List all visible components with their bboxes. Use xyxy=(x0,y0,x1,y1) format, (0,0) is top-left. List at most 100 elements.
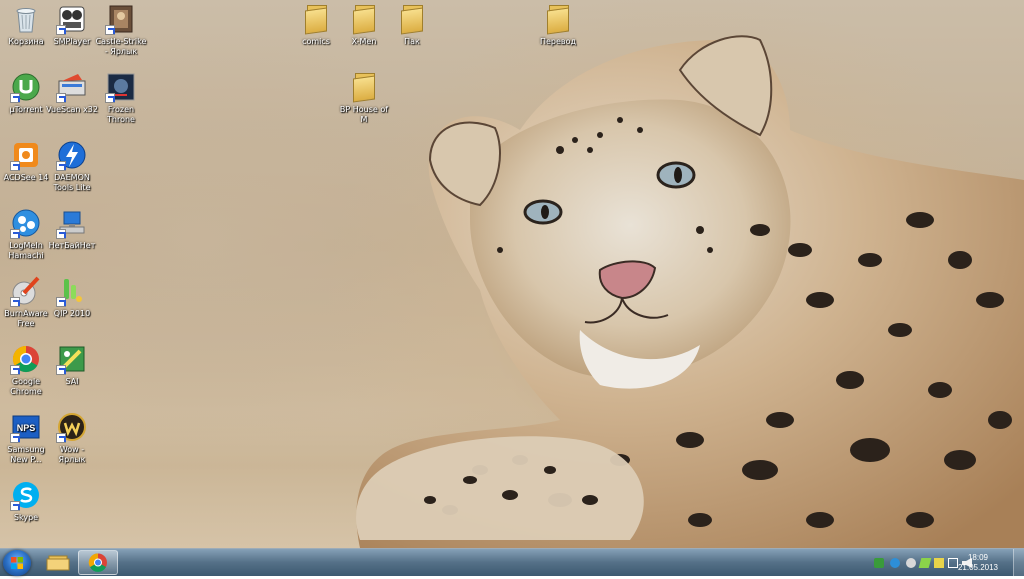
desktop-shortcut-label: µTorrent xyxy=(9,105,43,114)
hamachi-icon xyxy=(10,207,42,239)
sai-icon xyxy=(56,343,88,375)
desktop-shortcut-label: Google Chrome xyxy=(10,377,42,396)
burnaware-icon xyxy=(10,275,42,307)
recycle-bin-icon xyxy=(10,3,42,35)
wow-icon xyxy=(56,411,88,443)
desktop-shortcut-label: Frozen Throne xyxy=(107,105,135,124)
desktop-folder[interactable]: Пак xyxy=(386,3,438,47)
shortcut-arrow-icon xyxy=(56,297,66,307)
shortcut-arrow-icon xyxy=(10,161,20,171)
desktop-shortcut-samsung-nps[interactable]: NPS Samsung New P... xyxy=(0,411,52,464)
folder-icon xyxy=(542,3,574,35)
shortcut-arrow-icon xyxy=(10,433,20,443)
desktop-folder[interactable]: Перевод xyxy=(532,3,584,47)
utorrent-icon xyxy=(10,71,42,103)
wallpaper-snow-leopard xyxy=(356,35,1024,548)
acdsee-icon xyxy=(10,139,42,171)
desktop-shortcut-vuescan[interactable]: VueScan x32 xyxy=(46,71,98,115)
desktop-shortcut-castle-strike[interactable]: Castle-Strike - Ярлык xyxy=(95,3,147,56)
clock-date: 21.05.2013 xyxy=(957,563,998,572)
desktop-shortcut-label: ACDSee 14 xyxy=(3,173,49,182)
shortcut-arrow-icon xyxy=(56,433,66,443)
desktop-folder[interactable]: X-Men xyxy=(338,3,390,47)
frozen-throne-icon xyxy=(105,71,137,103)
desktop-shortcut-label: НетБайНет xyxy=(48,241,96,250)
shortcut-arrow-icon xyxy=(10,297,20,307)
desktop-shortcut-label: QIP 2010 xyxy=(53,309,91,318)
desktop[interactable]: Корзина SMPlayer Castle-Strike - Ярлык µTor… xyxy=(0,0,1024,548)
tray-app-icon[interactable] xyxy=(874,558,884,568)
desktop-shortcut-label: VueScan x32 xyxy=(46,105,98,114)
taskbar: 18:09 21.05.2013 xyxy=(0,548,1024,577)
start-button[interactable] xyxy=(3,550,31,576)
tray-flag-icon[interactable] xyxy=(934,558,944,568)
desktop-shortcut-network[interactable]: НетБайНет xyxy=(46,207,98,251)
chrome-icon xyxy=(88,553,107,572)
desktop-shortcut-burnaware[interactable]: BurnAware Free xyxy=(0,275,52,328)
desktop-shortcut-label: SMPlayer xyxy=(53,37,91,46)
taskbar-explorer-button[interactable] xyxy=(38,550,78,575)
network-icon xyxy=(56,207,88,239)
desktop-shortcut-qip[interactable]: QIP 2010 xyxy=(46,275,98,319)
desktop-folder[interactable]: comics xyxy=(290,3,342,47)
clock[interactable]: 18:09 21.05.2013 xyxy=(958,553,998,573)
shortcut-arrow-icon xyxy=(10,501,20,511)
desktop-folder-label: X-Men xyxy=(351,37,377,46)
desktop-shortcut-daemon-tools[interactable]: DAEMON Tools Lite xyxy=(46,139,98,192)
tray-nvidia-icon[interactable] xyxy=(918,558,932,568)
folder-icon xyxy=(300,3,332,35)
shortcut-arrow-icon xyxy=(105,93,115,103)
desktop-shortcut-label: Samsung New P... xyxy=(7,445,45,464)
shortcut-arrow-icon xyxy=(105,25,115,35)
desktop-shortcut-frozen-throne[interactable]: Frozen Throne xyxy=(95,71,147,124)
desktop-shortcut-skype[interactable]: Skype xyxy=(0,479,52,523)
shortcut-arrow-icon xyxy=(10,93,20,103)
desktop-shortcut-label: DAEMON Tools Lite xyxy=(53,173,91,192)
shortcut-arrow-icon xyxy=(56,365,66,375)
shortcut-arrow-icon xyxy=(56,93,66,103)
tray-tool-icon[interactable] xyxy=(906,558,916,568)
desktop-shortcut-label: Корзина xyxy=(8,37,44,46)
desktop-shortcut-hamachi[interactable]: LogMeIn Hamachi xyxy=(0,207,52,260)
chrome-icon xyxy=(10,343,42,375)
nps-logo-text: NPS xyxy=(17,423,36,433)
daemon-tools-icon xyxy=(56,139,88,171)
desktop-shortcut-label: SAI xyxy=(65,377,79,386)
vuescan-icon xyxy=(56,71,88,103)
desktop-folder[interactable]: BP House of M xyxy=(338,71,390,124)
network-icon[interactable] xyxy=(948,558,958,568)
folder-icon xyxy=(348,71,380,103)
desktop-shortcut-recycle-bin[interactable]: Корзина xyxy=(0,3,52,47)
desktop-folder-label: Пак xyxy=(404,37,420,46)
show-desktop-button[interactable] xyxy=(1013,549,1024,577)
desktop-folder-label: Перевод xyxy=(539,37,577,46)
shortcut-arrow-icon xyxy=(10,365,20,375)
clock-time: 18:09 xyxy=(967,553,988,562)
shortcut-arrow-icon xyxy=(56,229,66,239)
folder-icon xyxy=(396,3,428,35)
desktop-shortcut-wow[interactable]: Wow - Ярлык xyxy=(46,411,98,464)
desktop-shortcut-acdsee[interactable]: ACDSee 14 xyxy=(0,139,52,183)
desktop-shortcut-label: BurnAware Free xyxy=(4,309,48,328)
folder-icon xyxy=(348,3,380,35)
desktop-shortcut-sai[interactable]: SAI xyxy=(46,343,98,387)
system-tray: 18:09 21.05.2013 xyxy=(864,549,1024,577)
shortcut-arrow-icon xyxy=(10,229,20,239)
taskbar-chrome-button[interactable] xyxy=(78,550,118,575)
desktop-folder-label: BP House of M xyxy=(339,105,389,124)
tray-skype-icon[interactable] xyxy=(890,558,900,568)
skype-icon xyxy=(10,479,42,511)
desktop-shortcut-smplayer[interactable]: SMPlayer xyxy=(46,3,98,47)
desktop-shortcut-utorrent[interactable]: µTorrent xyxy=(0,71,52,115)
shortcut-arrow-icon xyxy=(56,161,66,171)
castle-strike-icon xyxy=(105,3,137,35)
desktop-folder-label: comics xyxy=(302,37,330,46)
qip-icon xyxy=(56,275,88,307)
desktop-shortcut-chrome[interactable]: Google Chrome xyxy=(0,343,52,396)
samsung-nps-icon: NPS xyxy=(10,411,42,443)
folder-icon xyxy=(46,555,70,571)
desktop-shortcut-label: Castle-Strike - Ярлык xyxy=(95,37,147,56)
desktop-shortcut-label: Wow - Ярлык xyxy=(58,445,86,464)
windows-logo-icon xyxy=(11,557,23,569)
shortcut-arrow-icon xyxy=(56,25,66,35)
